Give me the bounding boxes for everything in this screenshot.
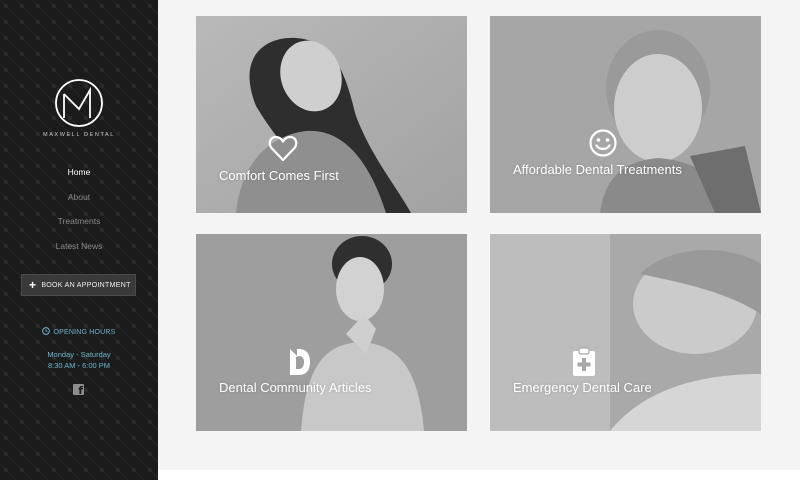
card-title: Emergency Dental Care (513, 380, 652, 395)
girl-dental-chair-photo (490, 234, 761, 431)
medical-clipboard-icon (573, 347, 595, 376)
card-comfort-comes-first[interactable]: Comfort Comes First (196, 16, 467, 213)
card-title: Comfort Comes First (219, 168, 339, 183)
opening-hours-label: OPENING HOURS (53, 329, 116, 336)
d-logo-icon (290, 349, 310, 375)
book-appointment-label: BOOK AN APPOINTMENT (41, 281, 131, 289)
nav-item-treatments[interactable]: Treatments (0, 213, 158, 238)
woman-laughing-photo (196, 16, 467, 213)
opening-hours-heading: OPENING HOURS (0, 327, 158, 336)
card-emergency-dental-care[interactable]: Emergency Dental Care (490, 234, 761, 431)
opening-days: Monday - Saturday (47, 350, 111, 359)
nav-item-about[interactable]: About (0, 189, 158, 214)
nav-item-latest-news[interactable]: Latest News (0, 238, 158, 263)
footer-strip (158, 470, 800, 480)
clock-icon (42, 327, 51, 335)
plus-icon: + (29, 278, 37, 292)
facebook-icon[interactable]: f (73, 384, 84, 396)
boy-smiling-photo (490, 16, 761, 213)
heart-icon (268, 135, 298, 162)
book-appointment-button[interactable]: + BOOK AN APPOINTMENT (21, 274, 136, 296)
card-affordable-dental-treatments[interactable]: Affordable Dental Treatments (490, 16, 761, 213)
card-title: Affordable Dental Treatments (513, 162, 682, 177)
sidebar: MAXWELL DENTAL Home About Treatments Lat… (0, 0, 158, 480)
card-dental-community-articles[interactable]: Dental Community Articles (196, 234, 467, 431)
maxwell-logo-icon[interactable] (54, 78, 104, 128)
woman-smiling-photo (196, 234, 467, 431)
main-nav: Home About Treatments Latest News (0, 164, 158, 262)
opening-times: 8:30 AM - 6:00 PM (47, 361, 111, 370)
card-title: Dental Community Articles (219, 380, 372, 395)
smile-icon (589, 129, 617, 157)
nav-item-home[interactable]: Home (0, 164, 158, 189)
brand-name: MAXWELL DENTAL (43, 132, 115, 138)
